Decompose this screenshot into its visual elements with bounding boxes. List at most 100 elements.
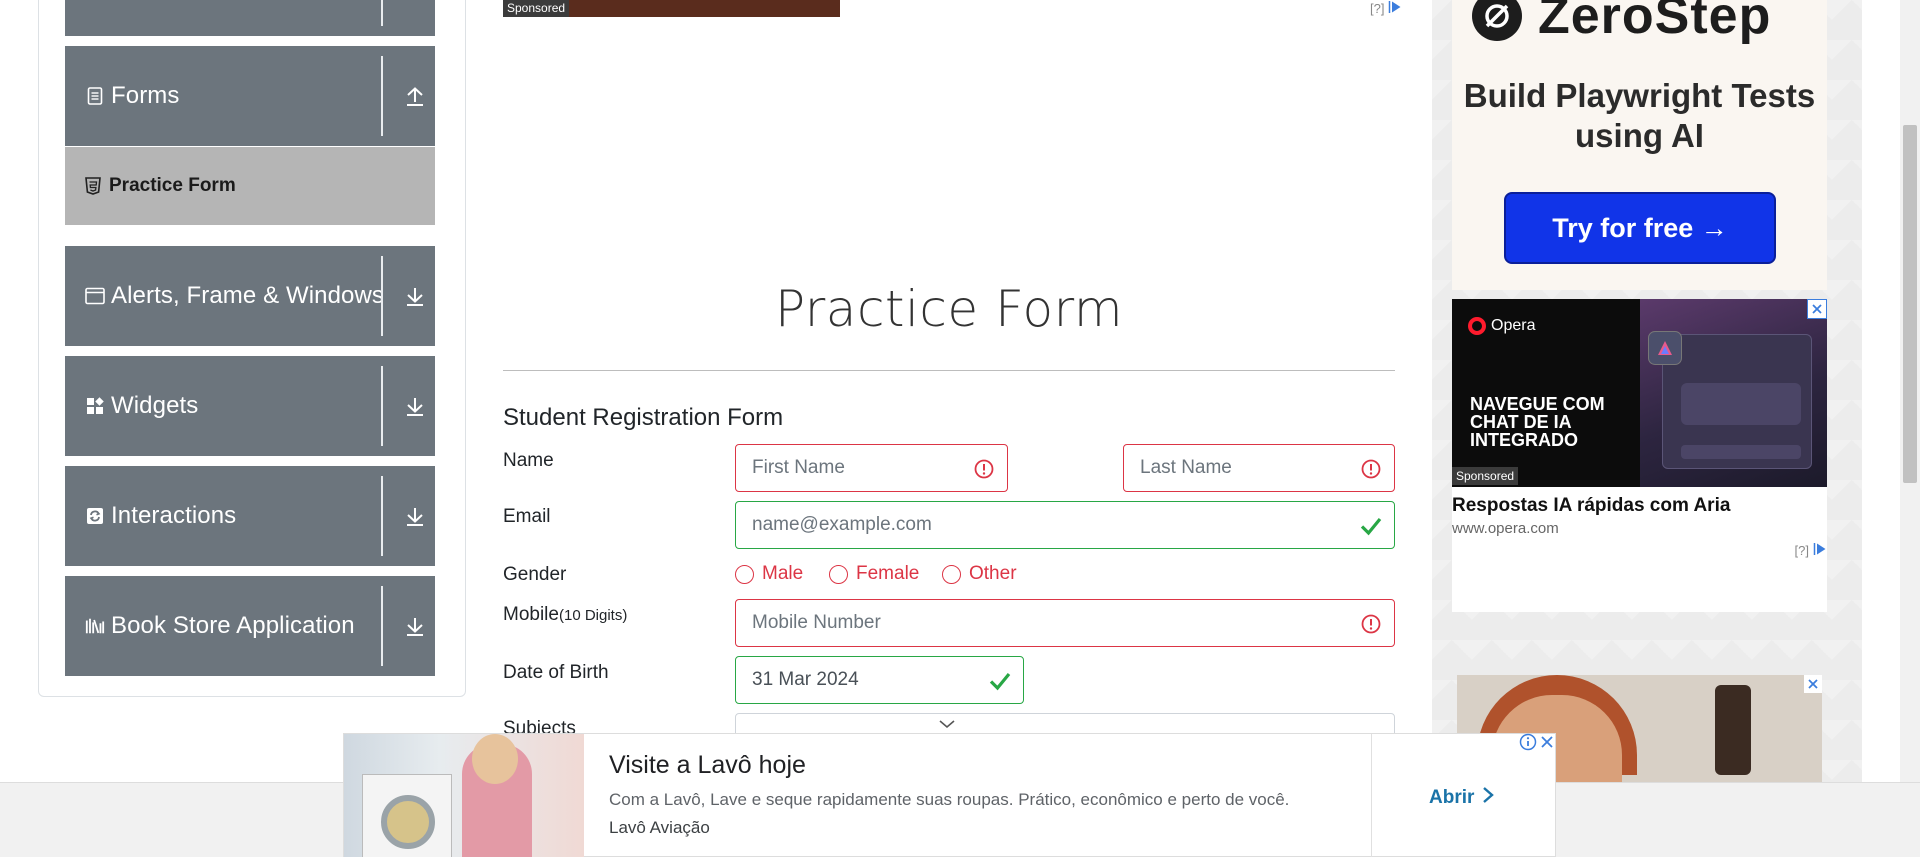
opera-brand: Opera: [1491, 317, 1536, 334]
opera-adchoices[interactable]: [?]: [1795, 542, 1827, 559]
first-name-input[interactable]: First Name: [735, 444, 1008, 492]
radio-button[interactable]: [942, 564, 961, 584]
dob-input[interactable]: 31 Mar 2024: [735, 656, 1024, 704]
opera-ad-url[interactable]: www.opera.com: [1452, 520, 1559, 537]
email-input[interactable]: name@example.com: [735, 501, 1395, 549]
radio-label-female[interactable]: Female: [856, 563, 919, 585]
radio-label-other[interactable]: Other: [969, 563, 1017, 585]
group-header-previous[interactable]: [65, 0, 435, 36]
top-ad-image[interactable]: Sponsored: [503, 0, 840, 17]
gender-radio-male[interactable]: Male: [735, 563, 803, 585]
bookshelf-icon: [85, 616, 105, 636]
bottom-ad-title[interactable]: Visite a Lavô hoje: [609, 751, 806, 780]
expand-down-icon[interactable]: [395, 386, 435, 426]
zerostep-logo-icon: [1472, 0, 1522, 41]
last-name-placeholder: Last Name: [1140, 457, 1232, 478]
chevron-right-icon: [1482, 786, 1495, 810]
group-divider: [381, 256, 383, 336]
group-divider: [381, 366, 383, 446]
adchoices-icon[interactable]: [1388, 0, 1402, 17]
mobile-placeholder: Mobile Number: [752, 612, 881, 633]
group-label-interactions: Interactions: [111, 502, 237, 529]
error-icon: [973, 458, 995, 480]
aria-chat-bubble: [1681, 383, 1801, 425]
group-header-widgets[interactable]: Widgets: [65, 356, 435, 456]
bottom-ad-open-button[interactable]: Abrir: [1429, 786, 1495, 810]
group-label-alerts: Alerts, Frame & Windows: [111, 282, 385, 309]
ad-help-link[interactable]: [?]: [1795, 543, 1809, 558]
close-icon[interactable]: [1539, 734, 1555, 755]
group-divider: [381, 476, 383, 556]
info-icon[interactable]: [1519, 733, 1537, 756]
group-header-alerts[interactable]: Alerts, Frame & Windows: [65, 246, 435, 346]
bottom-banner-ad[interactable]: Visite a Lavô hoje Com a Lavô, Lave e se…: [343, 733, 1556, 857]
dob-value: 31 Mar 2024: [752, 669, 859, 690]
opera-ad-image[interactable]: Opera NAVEGUE COM CHAT DE IA INTEGRADO S…: [1452, 299, 1827, 487]
ad-thumbnail[interactable]: [344, 734, 584, 857]
zerostep-ad[interactable]: ZeroStep Build Playwright Tests using AI…: [1452, 0, 1827, 290]
zerostep-brand: ZeroStep: [1538, 0, 1772, 45]
close-icon[interactable]: [1804, 675, 1822, 693]
email-placeholder: name@example.com: [752, 514, 932, 535]
collapse-up-icon[interactable]: [395, 76, 435, 116]
check-icon: [1360, 515, 1382, 537]
zerostep-cta-button[interactable]: Try for free →: [1504, 192, 1776, 264]
window-icon: [85, 286, 105, 306]
gender-radio-female[interactable]: Female: [829, 563, 919, 585]
group-header-interactions[interactable]: Interactions: [65, 466, 435, 566]
page-title: Practice Form: [774, 280, 1124, 338]
ad-person-head: [472, 734, 518, 784]
group-label-forms: Forms: [111, 82, 180, 109]
last-name-input[interactable]: Last Name: [1123, 444, 1395, 492]
sponsored-label: Sponsored: [503, 0, 570, 17]
check-icon: [989, 670, 1011, 692]
top-ad-adchoices[interactable]: [?]: [1370, 0, 1402, 17]
html5-icon: [83, 176, 103, 196]
aria-icon: [1648, 331, 1682, 365]
expand-down-icon[interactable]: [395, 606, 435, 646]
expand-down-icon[interactable]: [395, 276, 435, 316]
chevron-down-icon[interactable]: [938, 716, 956, 734]
ad-help-link[interactable]: [?]: [1370, 1, 1384, 16]
expand-down-icon[interactable]: [395, 496, 435, 536]
mobile-label: Mobile(10 Digits): [503, 604, 627, 626]
radio-label-male[interactable]: Male: [762, 563, 803, 585]
bottom-ad-adchoices[interactable]: [1513, 733, 1555, 756]
form-title: Student Registration Form: [503, 404, 784, 431]
group-divider: [381, 586, 383, 666]
opera-tagline: NAVEGUE COM CHAT DE IA INTEGRADO: [1470, 394, 1605, 450]
zerostep-headline: Build Playwright Tests using AI: [1463, 77, 1816, 154]
gender-label: Gender: [503, 564, 567, 585]
opera-ad[interactable]: Opera NAVEGUE COM CHAT DE IA INTEGRADO S…: [1452, 299, 1827, 612]
sidebar-item-practice-form[interactable]: Practice Form: [65, 147, 435, 225]
group-header-forms[interactable]: Forms: [65, 46, 435, 146]
title-divider: [503, 370, 1395, 371]
error-icon: [1360, 613, 1382, 635]
bottom-ad-divider: [1371, 734, 1372, 857]
email-label: Email: [503, 506, 551, 527]
sidebar-item-label: Practice Form: [109, 175, 236, 196]
group-label-widgets: Widgets: [111, 392, 199, 419]
mobile-hint: (10 Digits): [558, 607, 628, 624]
document-icon: [85, 86, 105, 106]
sponsored-label: Sponsored: [1452, 467, 1519, 485]
gender-radio-other[interactable]: Other: [942, 563, 1017, 585]
radio-button[interactable]: [829, 564, 848, 584]
scrollbar-thumb[interactable]: [1903, 125, 1917, 483]
open-label: Abrir: [1429, 787, 1475, 808]
adchoices-icon[interactable]: [1813, 542, 1827, 559]
widgets-icon: [85, 396, 105, 416]
name-label: Name: [503, 450, 554, 471]
washing-machine-image: [362, 774, 452, 857]
opera-logo: Opera: [1468, 317, 1535, 335]
first-name-placeholder: First Name: [752, 457, 845, 478]
close-icon[interactable]: [1807, 299, 1827, 319]
group-header-book-store[interactable]: Book Store Application: [65, 576, 435, 676]
radio-button[interactable]: [735, 564, 754, 584]
aria-chat-input: [1681, 445, 1801, 459]
zerostep-logo: ZeroStep: [1472, 0, 1771, 46]
bottom-ad-source: Lavô Aviação: [609, 818, 710, 837]
opera-o-icon: [1468, 317, 1486, 335]
mobile-input[interactable]: Mobile Number: [735, 599, 1395, 647]
opera-ad-headline[interactable]: Respostas IA rápidas com Aria: [1452, 495, 1730, 517]
